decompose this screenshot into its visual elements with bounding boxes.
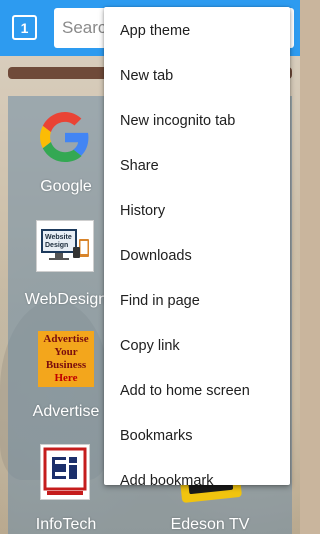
menu-item-downloads[interactable]: Downloads [104,233,290,278]
webdesign-thumb-text: Website Design [45,234,72,249]
menu-item-add-bookmark[interactable]: Add bookmark [104,458,290,486]
shortcut-advertise[interactable]: Advertise Your Business Here Advertise [18,325,114,420]
shortcut-label: InfoTech [35,516,97,533]
menu-item-history[interactable]: History [104,188,290,233]
advertise-thumbnail: Advertise Your Business Here [38,331,94,387]
tab-switcher-button[interactable]: 1 [12,15,37,40]
menu-item-app-theme[interactable]: App theme [104,8,290,53]
google-logo-icon [40,112,89,162]
infotech-thumbnail [40,444,90,500]
menu-item-new-tab[interactable]: New tab [104,53,290,98]
shortcut-webdesign[interactable]: Website Design WebDesign [18,215,114,310]
shortcut-google[interactable]: Google [18,108,114,200]
shortcut-label: Advertise [32,403,100,420]
overflow-menu: App theme New tab New incognito tab Shar… [104,7,290,485]
menu-item-copy-link[interactable]: Copy link [104,323,290,368]
shortcut-infotech[interactable]: InfoTech [18,440,114,534]
menu-item-find-in-page[interactable]: Find in page [104,278,290,323]
webdesign-thumbnail: Website Design [36,220,94,272]
shortcut-label: Edeson TV [170,516,250,533]
shortcut-label: WebDesign [24,291,108,308]
shortcut-label: Google [40,178,92,195]
menu-item-bookmarks[interactable]: Bookmarks [104,413,290,458]
infotech-logo-icon [43,447,87,495]
menu-item-new-incognito-tab[interactable]: New incognito tab [104,98,290,143]
menu-item-share[interactable]: Share [104,143,290,188]
menu-item-add-to-home-screen[interactable]: Add to home screen [104,368,290,413]
